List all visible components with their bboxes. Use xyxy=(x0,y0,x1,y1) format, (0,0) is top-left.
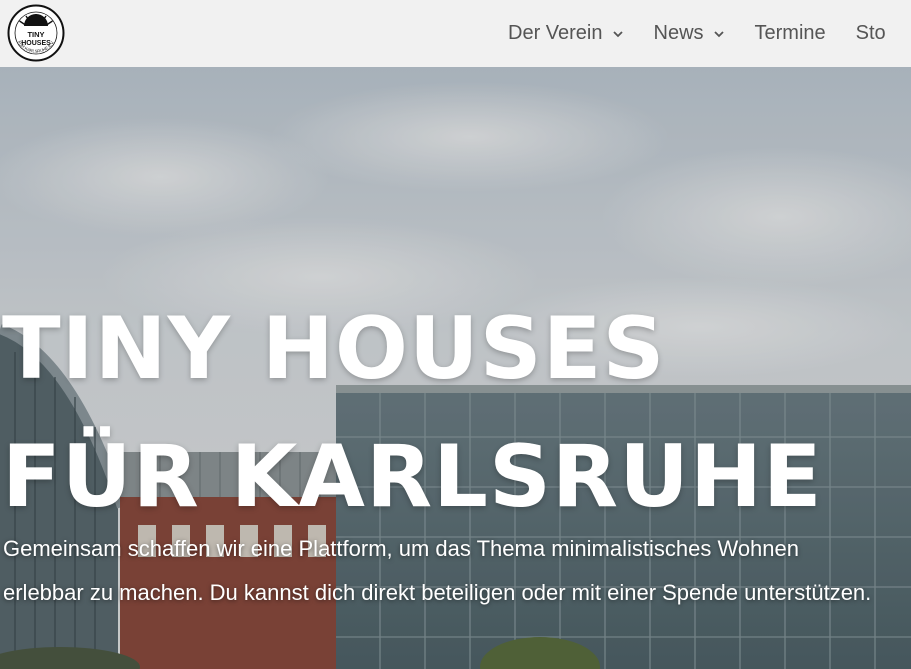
hero-title-line-2: FÜR KARLSRUHE xyxy=(2,427,823,527)
hero-section: TINY HOUSES FÜR KARLSRUHE Gemeinsam scha… xyxy=(0,67,911,669)
nav-item-label: News xyxy=(653,22,704,44)
hero-description: Gemeinsam schaffen wir eine Plattform, u… xyxy=(3,536,872,605)
page: TINY HOUSES FÜR KARLSRUHE E.V. Der Verei… xyxy=(0,0,911,669)
nav-item-sto[interactable]: Sto xyxy=(856,22,886,45)
chevron-down-icon xyxy=(713,30,724,37)
tiny-houses-logo[interactable]: TINY HOUSES FÜR KARLSRUHE E.V. xyxy=(7,4,65,62)
hero-title: TINY HOUSES FÜR KARLSRUHE xyxy=(2,285,823,541)
chevron-down-icon xyxy=(612,30,623,37)
nav-item-label: Sto xyxy=(855,22,886,44)
nav-item-news[interactable]: News xyxy=(654,22,725,45)
nav-item-label: Termine xyxy=(754,22,826,44)
main-nav: Der Verein News Termine Sto xyxy=(508,0,911,67)
nav-item-der-verein[interactable]: Der Verein xyxy=(508,22,624,45)
nav-item-label: Der Verein xyxy=(508,22,603,44)
logo-text-tiny: TINY xyxy=(27,30,44,39)
hero-title-line-1: TINY HOUSES xyxy=(2,299,666,399)
nav-item-termine[interactable]: Termine xyxy=(755,22,826,45)
site-header: TINY HOUSES FÜR KARLSRUHE E.V. Der Verei… xyxy=(0,0,911,67)
